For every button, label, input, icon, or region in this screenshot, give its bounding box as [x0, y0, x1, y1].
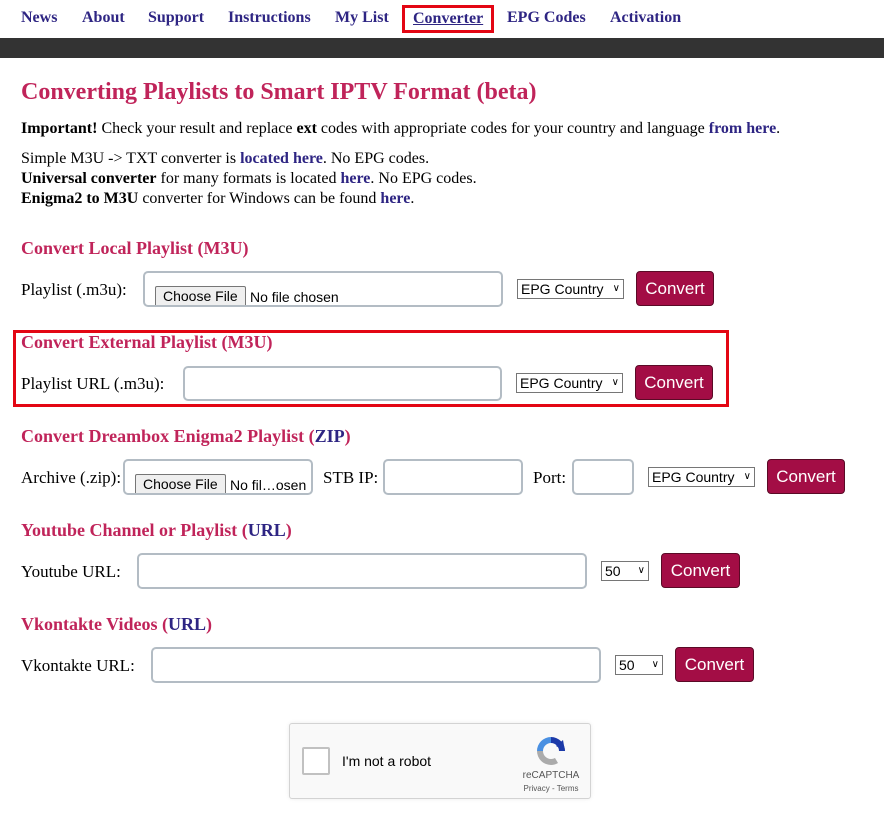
nav-my-list[interactable]: My List: [335, 9, 389, 27]
local-playlist-file-input[interactable]: Choose File No file chosen: [143, 271, 503, 307]
universal-converter-link[interactable]: here: [340, 170, 370, 187]
enigma2-converter-link[interactable]: here: [380, 190, 410, 207]
playlist-url-input[interactable]: [183, 366, 502, 401]
choose-file-button[interactable]: Choose File: [135, 474, 226, 493]
header-bar: [0, 38, 884, 58]
stb-ip-label: STB IP:: [323, 468, 379, 487]
recaptcha-widget: I'm not a robot reCAPTCHA Privacy - Term…: [289, 723, 591, 799]
dreambox-convert-button[interactable]: Convert: [767, 459, 845, 494]
vkontakte-count-select[interactable]: 50 ∨: [615, 655, 663, 675]
recaptcha-brand: reCAPTCHA: [522, 770, 580, 781]
terms-link[interactable]: Terms: [557, 784, 579, 793]
chevron-down-icon: ∨: [651, 659, 659, 670]
youtube-url-label: Youtube URL:: [21, 562, 121, 581]
file-status: No file chosen: [250, 289, 339, 305]
privacy-link[interactable]: Privacy: [524, 784, 550, 793]
chevron-down-icon: ∨: [637, 565, 645, 576]
youtube-url-input[interactable]: [137, 553, 587, 589]
simple-converter-link[interactable]: located here: [240, 150, 323, 167]
vkontakte-url-input[interactable]: [151, 647, 601, 683]
local-convert-button[interactable]: Convert: [636, 271, 714, 306]
youtube-count-select[interactable]: 50 ∨: [601, 561, 649, 581]
file-status: No fil…osen: [230, 477, 307, 493]
top-nav: News About Support Instructions My List …: [0, 0, 884, 38]
youtube-heading: Youtube Channel or Playlist (URL): [21, 520, 292, 540]
important-label: Important!: [21, 120, 98, 137]
page-title: Converting Playlists to Smart IPTV Forma…: [21, 79, 537, 105]
vk-url-link[interactable]: URL: [168, 614, 206, 634]
nav-epg-codes[interactable]: EPG Codes: [507, 9, 586, 27]
local-epg-country-select[interactable]: EPG Country ∨: [517, 279, 624, 299]
dreambox-epg-country-select[interactable]: EPG Country ∨: [648, 467, 755, 487]
local-playlist-heading: Convert Local Playlist (M3U): [21, 238, 249, 258]
chevron-down-icon: ∨: [743, 471, 751, 482]
enigma2-converter-note: Enigma2 to M3U converter for Windows can…: [21, 190, 415, 207]
nav-instructions[interactable]: Instructions: [228, 9, 311, 27]
stb-ip-input[interactable]: [383, 459, 523, 495]
epg-codes-link[interactable]: from here: [709, 120, 776, 137]
external-playlist-label: Playlist URL (.m3u):: [21, 374, 165, 393]
zip-link[interactable]: ZIP: [315, 426, 345, 446]
recaptcha-checkbox[interactable]: [302, 747, 330, 775]
recaptcha-links: Privacy - Terms: [523, 784, 579, 793]
port-input[interactable]: [572, 459, 634, 495]
nav-support[interactable]: Support: [148, 9, 204, 27]
choose-file-button[interactable]: Choose File: [155, 286, 246, 305]
nav-activation[interactable]: Activation: [610, 9, 681, 27]
vkontakte-url-label: Vkontakte URL:: [21, 656, 135, 675]
vkontakte-convert-button[interactable]: Convert: [675, 647, 754, 682]
dreambox-heading: Convert Dreambox Enigma2 Playlist (ZIP): [21, 426, 351, 446]
external-epg-country-select[interactable]: EPG Country ∨: [516, 373, 623, 393]
youtube-convert-button[interactable]: Convert: [661, 553, 740, 588]
chevron-down-icon: ∨: [611, 377, 619, 388]
port-label: Port:: [533, 468, 567, 487]
simple-converter-note: Simple M3U -> TXT converter is located h…: [21, 150, 430, 167]
universal-converter-note: Universal converter for many formats is …: [21, 170, 477, 187]
local-playlist-label: Playlist (.m3u):: [21, 280, 127, 299]
external-convert-button[interactable]: Convert: [635, 365, 713, 400]
archive-file-input[interactable]: Choose File No fil…osen: [123, 459, 313, 495]
important-note: Important! Check your result and replace…: [21, 120, 781, 137]
archive-label: Archive (.zip):: [21, 468, 122, 487]
nav-converter[interactable]: Converter: [401, 5, 495, 33]
nav-about[interactable]: About: [82, 9, 125, 27]
nav-news[interactable]: News: [21, 9, 57, 27]
chevron-down-icon: ∨: [612, 283, 620, 294]
recaptcha-logo-icon: [537, 737, 565, 765]
youtube-url-link[interactable]: URL: [248, 520, 286, 540]
vkontakte-heading: Vkontakte Videos (URL): [21, 614, 213, 634]
recaptcha-label: I'm not a robot: [342, 753, 432, 769]
external-playlist-heading: Convert External Playlist (M3U): [21, 332, 273, 352]
